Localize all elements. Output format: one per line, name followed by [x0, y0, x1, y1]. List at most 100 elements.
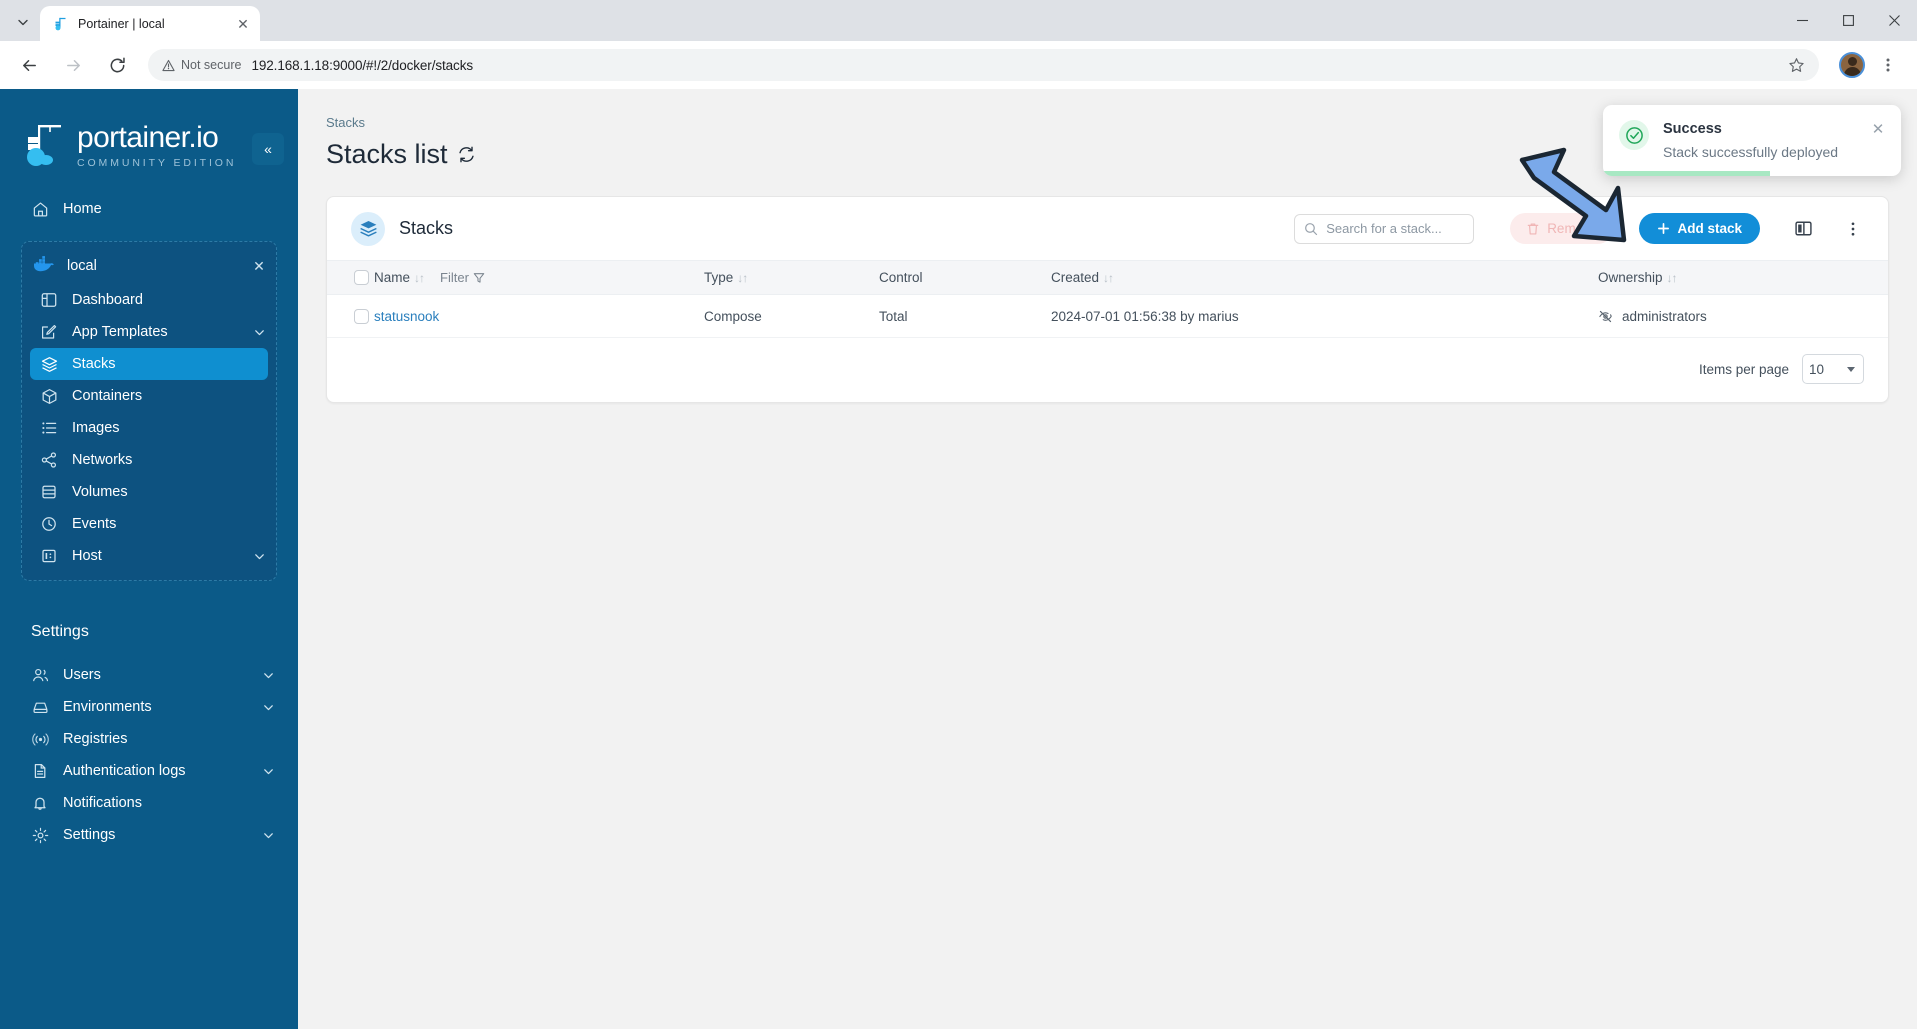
sidebar-item-label: Environments — [63, 699, 152, 715]
chevron-down-icon[interactable] — [253, 550, 266, 563]
remove-button-label: Remove — [1547, 221, 1598, 236]
forward-icon — [66, 59, 80, 71]
bookmark-star-icon[interactable] — [1783, 52, 1809, 78]
tab-search-button[interactable] — [6, 7, 40, 37]
sidebar-item-registries[interactable]: Registries — [21, 723, 277, 755]
sidebar-item-label: Settings — [63, 827, 116, 843]
chevron-down-icon — [18, 19, 28, 26]
sidebar-item-label: Networks — [72, 452, 133, 468]
columns-layout-icon[interactable] — [1790, 216, 1816, 242]
security-indicator[interactable]: Not secure — [162, 58, 241, 72]
sidebar-item-environments[interactable]: Environments — [21, 691, 277, 723]
more-options-icon[interactable] — [1840, 216, 1866, 242]
remove-button[interactable]: Remove — [1510, 213, 1614, 244]
column-header-created[interactable]: Created ↓↑ — [1051, 260, 1598, 295]
row-select-cell[interactable] — [327, 294, 374, 338]
chevron-down-icon[interactable] — [262, 669, 275, 682]
sort-icon[interactable]: ↓↑ — [1667, 271, 1678, 285]
sidebar-item-app-templates[interactable]: App Templates — [30, 316, 268, 348]
tab-title: Portainer | local — [78, 16, 165, 31]
volumes-icon — [40, 483, 58, 501]
chevron-down-icon[interactable] — [262, 701, 275, 714]
back-button[interactable] — [13, 49, 45, 81]
search-box[interactable] — [1294, 213, 1503, 244]
sidebar-item-settings[interactable]: Settings — [21, 819, 277, 851]
select-all-checkbox[interactable] — [354, 270, 369, 285]
browser-tab[interactable]: Portainer | local ✕ — [40, 6, 260, 41]
filter-control[interactable]: Filter — [440, 270, 485, 285]
search-input[interactable] — [1326, 221, 1503, 236]
sidebar-environment-local[interactable]: local ✕ — [22, 248, 276, 284]
sidebar-item-containers[interactable]: Containers — [30, 380, 268, 412]
sort-icon[interactable]: ↓↑ — [414, 271, 425, 285]
sidebar-item-networks[interactable]: Networks — [30, 444, 268, 476]
chevron-down-icon[interactable] — [262, 829, 275, 842]
success-toast: Success Stack successfully deployed ✕ — [1603, 105, 1901, 176]
home-icon — [31, 200, 49, 218]
column-header-name[interactable]: Name ↓↑ Filter — [374, 260, 704, 295]
address-bar[interactable]: Not secure 192.168.1.18:9000/#!/2/docker… — [148, 49, 1819, 81]
column-label-created: Created — [1051, 270, 1100, 285]
window-maximize-button[interactable] — [1825, 0, 1871, 41]
toast-close-icon[interactable]: ✕ — [1869, 120, 1887, 138]
sidebar-item-dashboard[interactable]: Dashboard — [30, 284, 268, 316]
sidebar-item-stacks[interactable]: Stacks — [30, 348, 268, 380]
refresh-icon[interactable] — [457, 145, 476, 164]
sidebar-item-label: Registries — [63, 731, 128, 747]
sidebar-item-users[interactable]: Users — [21, 659, 277, 691]
dashboard-icon — [40, 291, 58, 309]
items-per-page-control[interactable]: 102550100 — [1802, 354, 1864, 384]
sidebar-item-label: Dashboard — [72, 292, 143, 308]
sidebar-item-events[interactable]: Events — [30, 508, 268, 540]
chevron-down-icon[interactable] — [253, 326, 266, 339]
sidebar: portainer.io COMMUNITY EDITION « Home lo… — [0, 89, 298, 1029]
forward-button[interactable] — [57, 49, 89, 81]
add-stack-button[interactable]: Add stack — [1639, 213, 1760, 244]
warning-triangle-icon — [162, 59, 175, 71]
sidebar-item-images[interactable]: Images — [30, 412, 268, 444]
table-body: statusnook Compose Total 2024-07-01 01:5… — [327, 294, 1888, 338]
column-label-ownership: Ownership — [1598, 270, 1663, 285]
sidebar-item-label: Users — [63, 667, 101, 683]
sidebar-item-host[interactable]: Host — [30, 540, 268, 572]
tab-strip: Portainer | local ✕ — [0, 0, 1917, 41]
sidebar-item-notifications[interactable]: Notifications — [21, 787, 277, 819]
logo-title: portainer.io — [77, 121, 219, 154]
sidebar-item-volumes[interactable]: Volumes — [30, 476, 268, 508]
row-checkbox[interactable] — [354, 308, 369, 324]
url-text: 192.168.1.18:9000/#!/2/docker/stacks — [251, 57, 474, 73]
sidebar-collapse-button[interactable]: « — [252, 133, 284, 165]
stack-name-link[interactable]: statusnook — [374, 309, 439, 324]
column-header-ownership[interactable]: Ownership ↓↑ — [1598, 260, 1888, 295]
bell-icon — [31, 794, 49, 812]
sidebar-item-home[interactable]: Home — [21, 193, 277, 225]
chevron-down-icon[interactable] — [262, 765, 275, 778]
registries-icon — [31, 730, 49, 748]
column-label-name: Name — [374, 270, 411, 285]
column-header-type[interactable]: Type ↓↑ — [704, 260, 879, 295]
container-icon — [40, 387, 58, 405]
items-per-page-select[interactable]: 102550100 — [1802, 354, 1864, 384]
sidebar-item-label: Authentication logs — [63, 763, 186, 779]
table-row[interactable]: statusnook Compose Total 2024-07-01 01:5… — [327, 294, 1888, 338]
sidebar-item-label: App Templates — [72, 324, 168, 340]
portainer-logo-icon — [22, 121, 68, 171]
window-minimize-button[interactable] — [1779, 0, 1825, 41]
reload-button[interactable] — [101, 49, 133, 81]
stacks-card-title: Stacks — [399, 218, 454, 238]
window-close-button[interactable] — [1871, 0, 1917, 41]
sort-icon[interactable]: ↓↑ — [1103, 271, 1114, 285]
sidebar-logo[interactable]: portainer.io COMMUNITY EDITION « — [0, 115, 298, 177]
profile-avatar[interactable] — [1839, 52, 1865, 78]
eye-off-icon — [1599, 310, 1612, 322]
back-icon — [22, 59, 36, 71]
column-header-control[interactable]: Control — [879, 260, 1051, 295]
browser-menu-button[interactable] — [1873, 50, 1903, 80]
page-title: Stacks list — [326, 139, 448, 169]
select-all-header[interactable] — [327, 260, 374, 295]
sort-icon[interactable]: ↓↑ — [737, 271, 748, 285]
tab-close-icon[interactable]: ✕ — [234, 15, 252, 33]
cell-ownership: administrators — [1598, 294, 1888, 338]
environment-close-icon[interactable]: ✕ — [251, 258, 267, 274]
sidebar-item-authentication-logs[interactable]: Authentication logs — [21, 755, 277, 787]
